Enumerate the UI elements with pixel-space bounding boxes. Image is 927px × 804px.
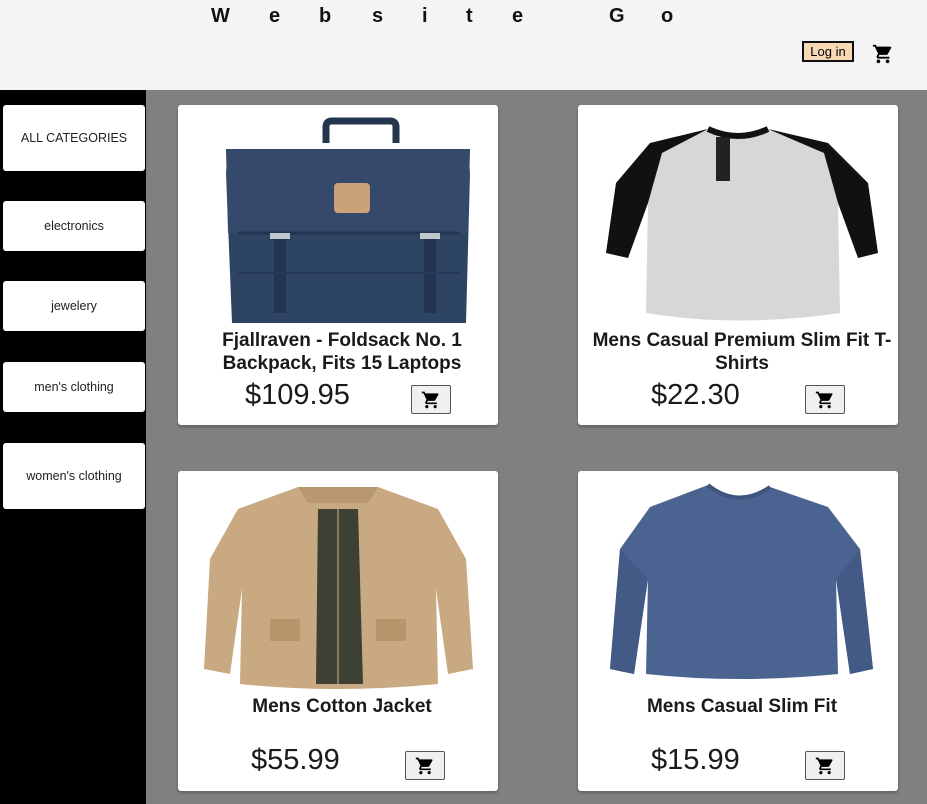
product-card[interactable]: Mens Casual Slim Fit $15.99 (578, 471, 898, 791)
category-all-button[interactable]: ALL CATEGORIES (3, 105, 145, 171)
shopping-cart-icon[interactable] (872, 43, 894, 65)
add-to-cart-button[interactable] (411, 385, 451, 414)
site-title-letter: b (319, 5, 332, 27)
category-sidebar: ALL CATEGORIES electronics jewelery men'… (0, 90, 146, 804)
product-image-raglan-shirt[interactable] (598, 113, 878, 328)
header: W e b s i t e G o Log in (0, 0, 927, 90)
site-title-letter: o (661, 5, 674, 27)
site-title-letter: W (211, 5, 231, 27)
login-button[interactable]: Log in (802, 41, 854, 62)
product-title: Mens Casual Slim Fit (646, 696, 838, 717)
shopping-cart-icon (815, 391, 833, 408)
product-card[interactable]: Fjallraven - Foldsack No. 1 Backpack, Fi… (178, 105, 498, 425)
product-title: Fjallraven - Foldsack No. 1 Backpack, Fi… (222, 330, 462, 374)
category-electronics-button[interactable]: electronics (3, 201, 145, 251)
site-title-letter: t (466, 5, 474, 27)
category-womens-clothing-button[interactable]: women's clothing (3, 443, 145, 509)
product-card[interactable]: Mens Cotton Jacket $55.99 (178, 471, 498, 791)
site-title-letter: G (609, 5, 626, 27)
site-title-letter: e (269, 5, 281, 27)
product-price: $55.99 (251, 744, 340, 776)
product-image-long-sleeve-shirt[interactable] (598, 479, 878, 694)
product-title: Mens Cotton Jacket (252, 696, 432, 717)
shopping-cart-icon (421, 391, 439, 408)
site-title-letter: e (512, 5, 524, 27)
product-image-backpack[interactable] (198, 113, 478, 328)
site-title-letter: i (422, 5, 429, 27)
site-title-letter: s (372, 5, 384, 27)
product-title: Mens Casual Premium Slim Fit T-Shirts (592, 330, 892, 374)
product-price: $109.95 (245, 379, 350, 411)
add-to-cart-button[interactable] (405, 751, 445, 780)
category-jewelery-button[interactable]: jewelery (3, 281, 145, 331)
add-to-cart-button[interactable] (805, 751, 845, 780)
product-price: $15.99 (651, 744, 740, 776)
product-price: $22.30 (651, 379, 740, 411)
product-card[interactable]: Mens Casual Premium Slim Fit T-Shirts $2… (578, 105, 898, 425)
category-mens-clothing-button[interactable]: men's clothing (3, 362, 145, 412)
product-image-jacket[interactable] (198, 479, 478, 694)
add-to-cart-button[interactable] (805, 385, 845, 414)
shopping-cart-icon (415, 757, 433, 774)
shopping-cart-icon (815, 757, 833, 774)
